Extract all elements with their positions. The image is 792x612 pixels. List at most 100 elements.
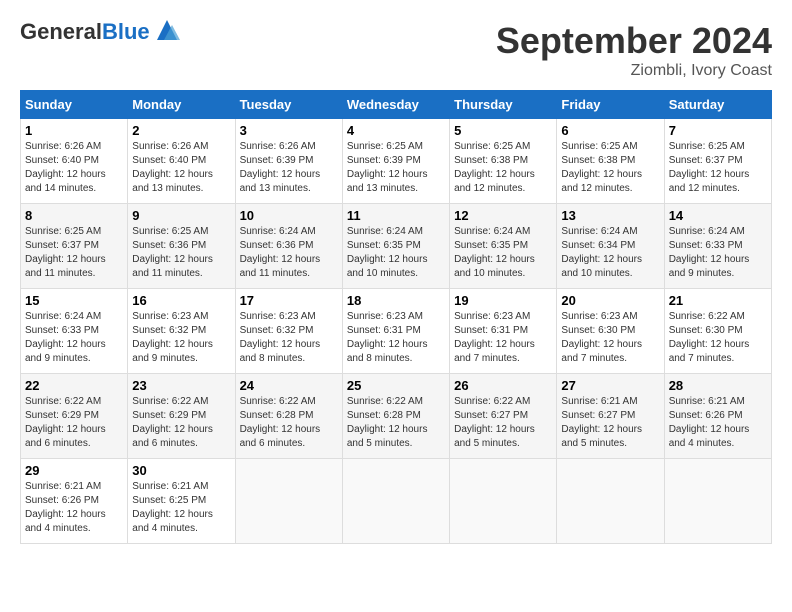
- table-row: [664, 459, 771, 544]
- calendar-week-row: 29 Sunrise: 6:21 AMSunset: 6:26 PMDayligh…: [21, 459, 772, 544]
- table-row: 2Sunrise: 6:26 AMSunset: 6:40 PMDaylight…: [128, 119, 235, 204]
- location: Ziombli, Ivory Coast: [496, 62, 772, 80]
- table-row: 8 Sunrise: 6:25 AMSunset: 6:37 PMDaylight…: [21, 204, 128, 289]
- table-row: [450, 459, 557, 544]
- table-row: 11 Sunrise: 6:24 AMSunset: 6:35 PMDayligh…: [342, 204, 449, 289]
- day-number: 11: [347, 208, 445, 223]
- day-number: 7: [669, 123, 767, 138]
- day-info: Sunrise: 6:21 AMSunset: 6:26 PMDaylight:…: [669, 395, 767, 451]
- day-info: Sunrise: 6:23 AMSunset: 6:31 PMDaylight:…: [347, 310, 445, 366]
- day-number: 19: [454, 293, 552, 308]
- day-info: Sunrise: 6:24 AMSunset: 6:35 PMDaylight:…: [454, 225, 552, 281]
- day-info: Sunrise: 6:23 AMSunset: 6:31 PMDaylight:…: [454, 310, 552, 366]
- logo-icon: [152, 15, 182, 45]
- header-thursday: Thursday: [450, 91, 557, 119]
- table-row: [557, 459, 664, 544]
- header-wednesday: Wednesday: [342, 91, 449, 119]
- day-number: 28: [669, 378, 767, 393]
- day-info: Sunrise: 6:24 AMSunset: 6:33 PMDaylight:…: [25, 310, 123, 366]
- day-number: 1: [25, 123, 123, 138]
- day-number: 25: [347, 378, 445, 393]
- day-number: 30: [132, 463, 230, 478]
- header-tuesday: Tuesday: [235, 91, 342, 119]
- day-info: Sunrise: 6:24 AMSunset: 6:34 PMDaylight:…: [561, 225, 659, 281]
- day-number: 16: [132, 293, 230, 308]
- table-row: 26 Sunrise: 6:22 AMSunset: 6:27 PMDayligh…: [450, 374, 557, 459]
- day-info: Sunrise: 6:25 AMSunset: 6:37 PMDaylight:…: [669, 140, 767, 196]
- table-row: 19 Sunrise: 6:23 AMSunset: 6:31 PMDayligh…: [450, 289, 557, 374]
- day-info: Sunrise: 6:22 AMSunset: 6:30 PMDaylight:…: [669, 310, 767, 366]
- day-number: 23: [132, 378, 230, 393]
- day-info: Sunrise: 6:25 AMSunset: 6:39 PMDaylight:…: [347, 140, 445, 196]
- day-number: 8: [25, 208, 123, 223]
- day-info: Sunrise: 6:22 AMSunset: 6:29 PMDaylight:…: [132, 395, 230, 451]
- header-sunday: Sunday: [21, 91, 128, 119]
- day-info: Sunrise: 6:25 AMSunset: 6:38 PMDaylight:…: [561, 140, 659, 196]
- table-row: 1 Sunrise: 6:26 AMSunset: 6:40 PMDaylight…: [21, 119, 128, 204]
- table-row: 6Sunrise: 6:25 AMSunset: 6:38 PMDaylight…: [557, 119, 664, 204]
- calendar-week-row: 15 Sunrise: 6:24 AMSunset: 6:33 PMDayligh…: [21, 289, 772, 374]
- table-row: 14 Sunrise: 6:24 AMSunset: 6:33 PMDayligh…: [664, 204, 771, 289]
- day-info: Sunrise: 6:25 AMSunset: 6:36 PMDaylight:…: [132, 225, 230, 281]
- calendar-week-row: 1 Sunrise: 6:26 AMSunset: 6:40 PMDaylight…: [21, 119, 772, 204]
- table-row: 18Sunrise: 6:23 AMSunset: 6:31 PMDayligh…: [342, 289, 449, 374]
- day-info: Sunrise: 6:23 AMSunset: 6:30 PMDaylight:…: [561, 310, 659, 366]
- day-number: 29: [25, 463, 123, 478]
- table-row: 7 Sunrise: 6:25 AMSunset: 6:37 PMDaylight…: [664, 119, 771, 204]
- day-number: 13: [561, 208, 659, 223]
- header-friday: Friday: [557, 91, 664, 119]
- table-row: 12 Sunrise: 6:24 AMSunset: 6:35 PMDayligh…: [450, 204, 557, 289]
- day-info: Sunrise: 6:24 AMSunset: 6:35 PMDaylight:…: [347, 225, 445, 281]
- day-number: 21: [669, 293, 767, 308]
- table-row: 29 Sunrise: 6:21 AMSunset: 6:26 PMDayligh…: [21, 459, 128, 544]
- table-row: 5 Sunrise: 6:25 AMSunset: 6:38 PMDaylight…: [450, 119, 557, 204]
- day-number: 24: [240, 378, 338, 393]
- page-header: GeneralBlue September 2024 Ziombli, Ivor…: [20, 20, 772, 80]
- day-info: Sunrise: 6:23 AMSunset: 6:32 PMDaylight:…: [240, 310, 338, 366]
- day-info: Sunrise: 6:21 AMSunset: 6:25 PMDaylight:…: [132, 480, 230, 536]
- day-info: Sunrise: 6:25 AMSunset: 6:37 PMDaylight:…: [25, 225, 123, 281]
- day-info: Sunrise: 6:22 AMSunset: 6:28 PMDaylight:…: [347, 395, 445, 451]
- title-block: September 2024 Ziombli, Ivory Coast: [496, 20, 772, 80]
- logo-general-text: General: [20, 19, 102, 44]
- day-number: 15: [25, 293, 123, 308]
- day-info: Sunrise: 6:22 AMSunset: 6:29 PMDaylight:…: [25, 395, 123, 451]
- table-row: 24Sunrise: 6:22 AMSunset: 6:28 PMDayligh…: [235, 374, 342, 459]
- table-row: 23 Sunrise: 6:22 AMSunset: 6:29 PMDayligh…: [128, 374, 235, 459]
- day-info: Sunrise: 6:24 AMSunset: 6:33 PMDaylight:…: [669, 225, 767, 281]
- day-info: Sunrise: 6:25 AMSunset: 6:38 PMDaylight:…: [454, 140, 552, 196]
- day-number: 14: [669, 208, 767, 223]
- table-row: 13 Sunrise: 6:24 AMSunset: 6:34 PMDayligh…: [557, 204, 664, 289]
- calendar-header-row: Sunday Monday Tuesday Wednesday Thursday…: [21, 91, 772, 119]
- table-row: 3Sunrise: 6:26 AMSunset: 6:39 PMDaylight…: [235, 119, 342, 204]
- table-row: 28 Sunrise: 6:21 AMSunset: 6:26 PMDayligh…: [664, 374, 771, 459]
- table-row: 16 Sunrise: 6:23 AMSunset: 6:32 PMDayligh…: [128, 289, 235, 374]
- table-row: 4 Sunrise: 6:25 AMSunset: 6:39 PMDaylight…: [342, 119, 449, 204]
- logo: GeneralBlue: [20, 20, 182, 45]
- table-row: 30 Sunrise: 6:21 AMSunset: 6:25 PMDayligh…: [128, 459, 235, 544]
- header-saturday: Saturday: [664, 91, 771, 119]
- table-row: 15 Sunrise: 6:24 AMSunset: 6:33 PMDayligh…: [21, 289, 128, 374]
- day-number: 17: [240, 293, 338, 308]
- day-number: 5: [454, 123, 552, 138]
- table-row: 27 Sunrise: 6:21 AMSunset: 6:27 PMDayligh…: [557, 374, 664, 459]
- day-number: 20: [561, 293, 659, 308]
- day-info: Sunrise: 6:23 AMSunset: 6:32 PMDaylight:…: [132, 310, 230, 366]
- day-number: 4: [347, 123, 445, 138]
- day-info: Sunrise: 6:21 AMSunset: 6:27 PMDaylight:…: [561, 395, 659, 451]
- table-row: 20 Sunrise: 6:23 AMSunset: 6:30 PMDayligh…: [557, 289, 664, 374]
- table-row: [235, 459, 342, 544]
- day-number: 27: [561, 378, 659, 393]
- day-info: Sunrise: 6:26 AMSunset: 6:39 PMDaylight:…: [240, 140, 338, 196]
- calendar-week-row: 8 Sunrise: 6:25 AMSunset: 6:37 PMDaylight…: [21, 204, 772, 289]
- day-number: 10: [240, 208, 338, 223]
- day-info: Sunrise: 6:21 AMSunset: 6:26 PMDaylight:…: [25, 480, 123, 536]
- logo-blue-text: Blue: [102, 19, 150, 44]
- table-row: 25 Sunrise: 6:22 AMSunset: 6:28 PMDayligh…: [342, 374, 449, 459]
- day-number: 2: [132, 123, 230, 138]
- day-info: Sunrise: 6:22 AMSunset: 6:27 PMDaylight:…: [454, 395, 552, 451]
- header-monday: Monday: [128, 91, 235, 119]
- day-number: 26: [454, 378, 552, 393]
- day-number: 12: [454, 208, 552, 223]
- day-info: Sunrise: 6:26 AMSunset: 6:40 PMDaylight:…: [25, 140, 123, 196]
